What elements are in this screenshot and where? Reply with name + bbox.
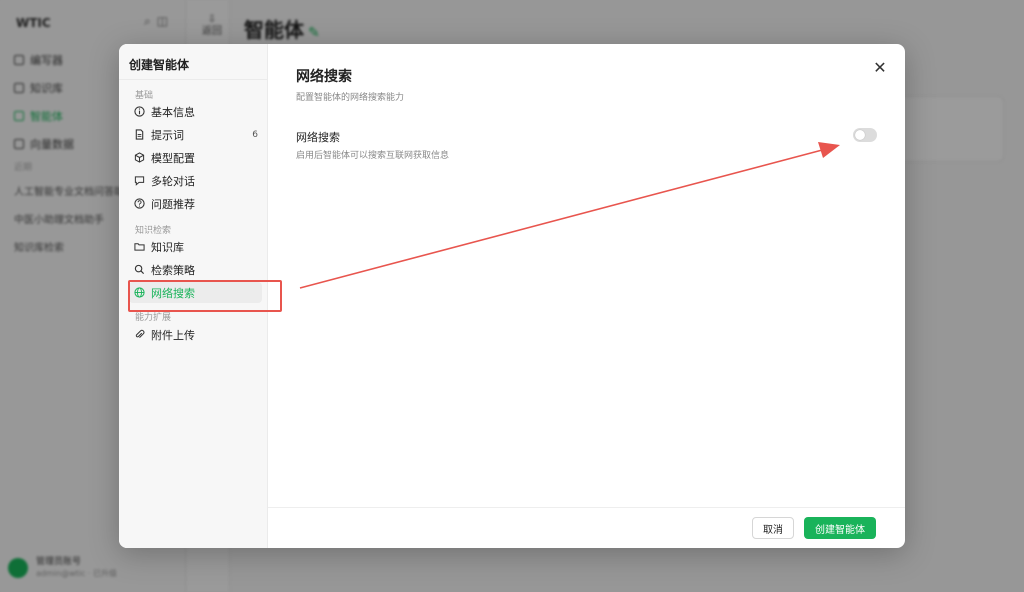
- sidebar-item-label: 检索策略: [151, 263, 195, 277]
- sidebar-item-knowledge-base[interactable]: 知识库: [129, 236, 262, 257]
- sidebar-item-label: 模型配置: [151, 151, 195, 165]
- paperclip-icon: [133, 329, 145, 341]
- sidebar-item-model-config[interactable]: 模型配置: [129, 147, 262, 168]
- sidebar-item-label: 基本信息: [151, 105, 195, 119]
- folder-icon: [133, 241, 145, 253]
- close-icon[interactable]: ✕: [871, 58, 889, 77]
- divider: [119, 79, 268, 80]
- modal-content: 网络搜索 配置智能体的网络搜索能力 ✕ 网络搜索 启用后智能体可以搜索互联网获取…: [268, 44, 905, 548]
- chat-icon: [133, 175, 145, 187]
- cube-icon: [133, 152, 145, 164]
- web-search-setting-label: 网络搜索: [296, 131, 340, 144]
- footer-divider: [268, 507, 905, 508]
- sidebar-item-label: 提示词: [151, 128, 184, 142]
- toggle-knob: [855, 130, 865, 140]
- sidebar-item-basic-info[interactable]: 基本信息: [129, 101, 262, 122]
- search-icon: [133, 264, 145, 276]
- sidebar-item-label: 问题推荐: [151, 197, 195, 211]
- section-title: 网络搜索: [296, 69, 352, 85]
- sidebar-item-retrieval-strategy[interactable]: 检索策略: [129, 259, 262, 280]
- cancel-button[interactable]: 取消: [752, 517, 794, 539]
- info-icon: [133, 106, 145, 118]
- web-search-setting-desc: 启用后智能体可以搜索互联网获取信息: [296, 151, 450, 161]
- sidebar-item-label: 附件上传: [151, 328, 195, 342]
- section-subtitle: 配置智能体的网络搜索能力: [296, 93, 405, 103]
- sidebar-item-multi-turn[interactable]: 多轮对话: [129, 170, 262, 191]
- create-agent-button[interactable]: 创建智能体: [804, 517, 876, 539]
- sidebar-item-label: 知识库: [151, 240, 184, 254]
- annotation-highlight-box: [128, 280, 282, 312]
- sidebar-item-prompt[interactable]: 提示词 6: [129, 124, 262, 145]
- sidebar-item-label: 多轮对话: [151, 174, 195, 188]
- modal-sidebar-title: 创建智能体: [129, 58, 190, 72]
- sidebar-item-attachment-upload[interactable]: 附件上传: [129, 324, 262, 345]
- group-label-basic: 基础: [135, 91, 154, 101]
- count-badge: 6: [252, 129, 258, 140]
- sidebar-item-suggestions[interactable]: 问题推荐: [129, 193, 262, 214]
- web-search-toggle[interactable]: [853, 128, 877, 142]
- file-icon: [133, 129, 145, 141]
- question-icon: [133, 198, 145, 210]
- group-label-retrieval: 知识检索: [135, 226, 172, 236]
